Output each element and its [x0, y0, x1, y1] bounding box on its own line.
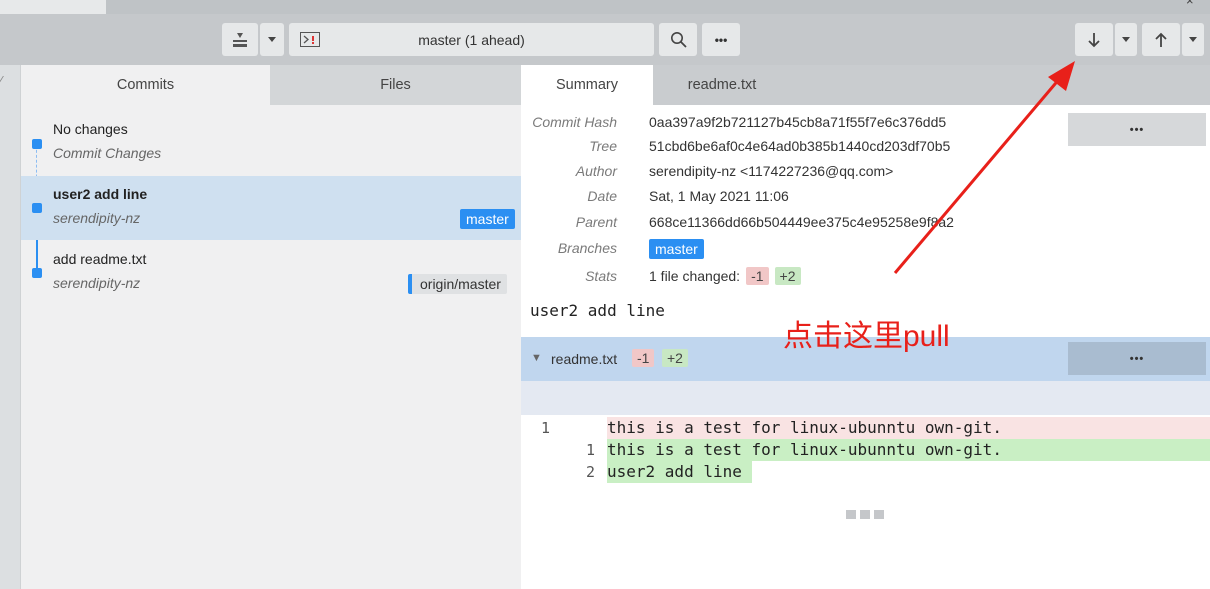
- date-value: Sat, 1 May 2021 11:06: [649, 188, 789, 204]
- diff-new-line-number: 2: [586, 463, 596, 481]
- sidebar-edge: ⁄: [0, 65, 21, 589]
- pull-dropdown[interactable]: [1115, 23, 1137, 56]
- tab-readme[interactable]: readme.txt: [653, 65, 791, 105]
- author-label: Author: [575, 163, 617, 179]
- commit-author: serendipity-nz: [53, 275, 141, 291]
- diff-old-line-number: 1: [541, 419, 551, 437]
- diff-more-button[interactable]: •••: [1068, 342, 1206, 375]
- arrow-down-icon: [1088, 32, 1100, 47]
- commit-row[interactable]: add readme.txt serendipity-nz origin/mas…: [21, 241, 521, 305]
- history-panel: Commits Files No changes Commit Changes …: [21, 65, 521, 589]
- commit-node: [32, 268, 42, 278]
- diff-file-name: readme.txt: [551, 351, 618, 367]
- push-dropdown[interactable]: [1182, 23, 1204, 56]
- close-icon[interactable]: ×: [1186, 0, 1194, 8]
- tree-label: Tree: [589, 138, 617, 154]
- tab-commits-label: Commits: [116, 77, 175, 93]
- diff-additions: +2: [662, 349, 688, 367]
- branches-label: Branches: [557, 240, 617, 256]
- search-icon: [670, 32, 687, 48]
- filter-icon[interactable]: ⁄: [0, 73, 2, 88]
- tab-summary-label: Summary: [555, 77, 619, 93]
- arrow-up-icon: [1155, 32, 1167, 47]
- tab-summary[interactable]: Summary: [521, 65, 653, 105]
- commit-title: user2 add line: [53, 186, 148, 202]
- diff-line-added: user2 add line: [607, 462, 742, 481]
- branch-selector[interactable]: master (1 ahead): [289, 23, 654, 56]
- annotation-arrow-icon: [893, 61, 1075, 274]
- diff-new-line-number: 1: [586, 441, 596, 459]
- tab-files-label: Files: [380, 77, 411, 93]
- title-strip: ×: [0, 0, 1210, 14]
- details-more-button[interactable]: •••: [1068, 113, 1206, 146]
- more-icon: •••: [1129, 352, 1145, 365]
- terminal-icon: [300, 32, 320, 47]
- stash-button[interactable]: [222, 23, 258, 56]
- date-label: Date: [587, 188, 617, 204]
- commit-hash-label: Commit Hash: [532, 114, 617, 130]
- branch-badge[interactable]: master: [649, 239, 704, 259]
- commit-message: user2 add line: [530, 301, 665, 320]
- stash-icon: [233, 32, 247, 47]
- remote-branch-badge[interactable]: origin/master: [408, 274, 507, 294]
- commit-node: [32, 139, 42, 149]
- commit-author: Commit Changes: [53, 145, 162, 161]
- search-button[interactable]: [659, 23, 697, 56]
- more-icon: •••: [1129, 123, 1145, 136]
- branch-badge[interactable]: master: [460, 209, 515, 229]
- stats-deletions: -1: [746, 267, 769, 285]
- commit-author: serendipity-nz: [53, 210, 141, 226]
- commit-title: add readme.txt: [53, 251, 147, 267]
- stash-dropdown[interactable]: [260, 23, 284, 56]
- collapse-triangle-icon[interactable]: ▼: [531, 352, 542, 364]
- commit-node: [32, 203, 42, 213]
- push-button[interactable]: [1142, 23, 1180, 56]
- author-value[interactable]: serendipity-nz <1174227236@qq.com>: [649, 163, 893, 179]
- stats-label: Stats: [585, 268, 617, 284]
- caret-down-icon: [268, 37, 276, 42]
- commit-row[interactable]: No changes Commit Changes: [21, 112, 521, 176]
- parent-label: Parent: [575, 214, 617, 230]
- diff-deletions: -1: [632, 349, 655, 367]
- more-icon: •••: [714, 32, 728, 47]
- pull-button[interactable]: [1075, 23, 1113, 56]
- tab-readme-label: readme.txt: [687, 77, 757, 93]
- window-tab[interactable]: [0, 0, 106, 14]
- caret-down-icon: [1122, 37, 1130, 42]
- diff-line-added: this is a test for linux-ubunntu own-git…: [607, 440, 1002, 459]
- tab-commits[interactable]: Commits: [21, 65, 270, 105]
- branch-label: master (1 ahead): [418, 31, 525, 48]
- commit-title: No changes: [53, 121, 128, 137]
- details-tabs: Summary readme.txt: [521, 65, 1210, 105]
- diff-line-removed: this is a test for linux-ubunntu own-git…: [607, 418, 1002, 437]
- more-button[interactable]: •••: [702, 23, 740, 56]
- diff-body: 1 1 2 this is a test for linux-ubunntu o…: [521, 417, 1210, 487]
- annotation-text: 点击这里pull: [783, 320, 950, 353]
- stats-value: 1 file changed: -1 +2: [649, 267, 801, 285]
- diff-hunk-spacer: [521, 381, 1210, 415]
- caret-down-icon: [1189, 37, 1197, 42]
- tab-files[interactable]: Files: [270, 65, 521, 105]
- loading-indicator: [846, 510, 884, 519]
- stats-additions: +2: [774, 267, 801, 285]
- stats-text: 1 file changed:: [649, 268, 741, 284]
- commit-row-selected[interactable]: user2 add line serendipity-nz master: [21, 176, 521, 240]
